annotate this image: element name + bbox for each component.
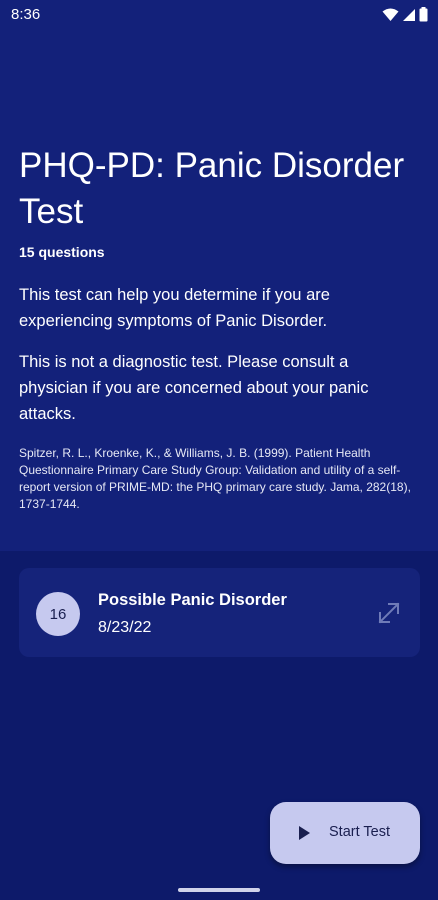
result-label: Possible Panic Disorder (98, 591, 287, 609)
test-description: This test can help you determine if you … (19, 286, 330, 330)
previous-result-card[interactable]: 16 Possible Panic Disorder 8/23/22 (19, 568, 420, 657)
play-icon (299, 826, 310, 840)
wifi-icon (382, 8, 399, 21)
disclaimer-text: This is not a diagnostic test. Please co… (19, 353, 369, 423)
start-test-button[interactable]: Start Test (270, 802, 420, 864)
status-bar: 8:36 (0, 0, 438, 30)
status-icons (382, 7, 428, 22)
citation-text: Spitzer, R. L., Kroenke, K., & Williams,… (19, 446, 411, 511)
result-date: 8/23/22 (98, 619, 152, 636)
home-indicator[interactable] (178, 888, 260, 892)
start-test-label: Start Test (329, 824, 390, 840)
expand-icon[interactable] (376, 600, 402, 626)
score-badge: 16 (36, 592, 80, 636)
battery-icon (419, 7, 428, 22)
signal-icon (403, 8, 415, 21)
page-title: PHQ-PD: Panic Disorder Test (19, 146, 405, 231)
status-time: 8:36 (11, 6, 41, 23)
question-count: 15 questions (19, 244, 105, 260)
